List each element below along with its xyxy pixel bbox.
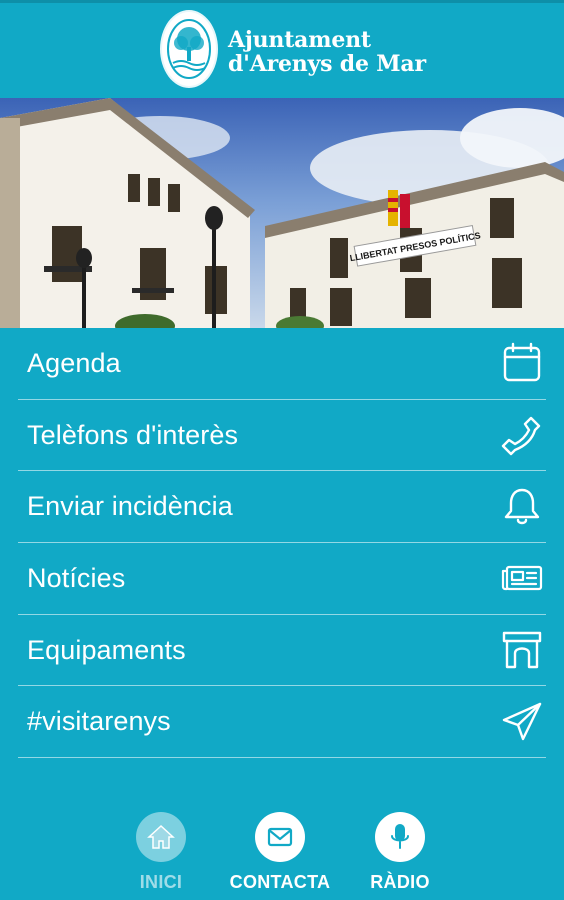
arch-icon [500,628,544,672]
logo-text: Ajuntament d'Arenys de Mar [228,28,426,76]
newspaper-icon [500,556,544,600]
menu-item-label: #visitarenys [27,706,171,737]
nav-label: RÀDIO [370,872,430,892]
nav-inici-button[interactable]: INICI [101,812,221,893]
bottom-navigation: INICI CONTACTA RÀDIO [0,812,564,900]
home-icon [136,812,186,862]
town-hall-illustration: LLIBERTAT PRESOS POLÍTICS [0,98,564,328]
menu-item-label: Equipaments [27,634,186,665]
menu-item-label: Notícies [27,562,126,593]
bell-icon [500,485,544,529]
nav-label: CONTACTA [229,872,331,892]
tree-seal-icon [160,10,218,88]
nav-radio-button[interactable]: RÀDIO [340,812,460,893]
town-hall-photo: LLIBERTAT PRESOS POLÍTICS [0,98,564,328]
menu-item-noticies[interactable]: Notícies [18,543,546,615]
menu-item-label: Telèfons d'interès [27,419,239,450]
logo-line-1: Ajuntament [228,27,371,53]
menu-item-equipaments[interactable]: Equipaments [18,615,546,687]
menu-item-label: Enviar incidència [27,491,233,522]
header-top-line [0,0,564,3]
nav-label: INICI [139,872,183,892]
menu-item-incidencia[interactable]: Enviar incidència [18,471,546,544]
menu-item-label: Agenda [27,347,121,378]
menu-item-agenda[interactable]: Agenda [18,328,546,400]
nav-contacta-button[interactable]: CONTACTA [220,812,340,893]
menu-item-visitarenys[interactable]: #visitarenys [18,686,546,759]
phone-icon [500,413,544,457]
envelope-icon [255,812,305,862]
logo-line-2: d'Arenys de Mar [228,51,426,77]
app-header: Ajuntament d'Arenys de Mar [0,0,564,98]
main-menu: Agenda Telèfons d'interès Enviar incidèn… [18,328,546,759]
paper-plane-icon [500,700,544,744]
menu-item-telefons[interactable]: Telèfons d'interès [18,400,546,472]
calendar-icon [500,341,544,385]
microphone-icon [375,812,425,862]
